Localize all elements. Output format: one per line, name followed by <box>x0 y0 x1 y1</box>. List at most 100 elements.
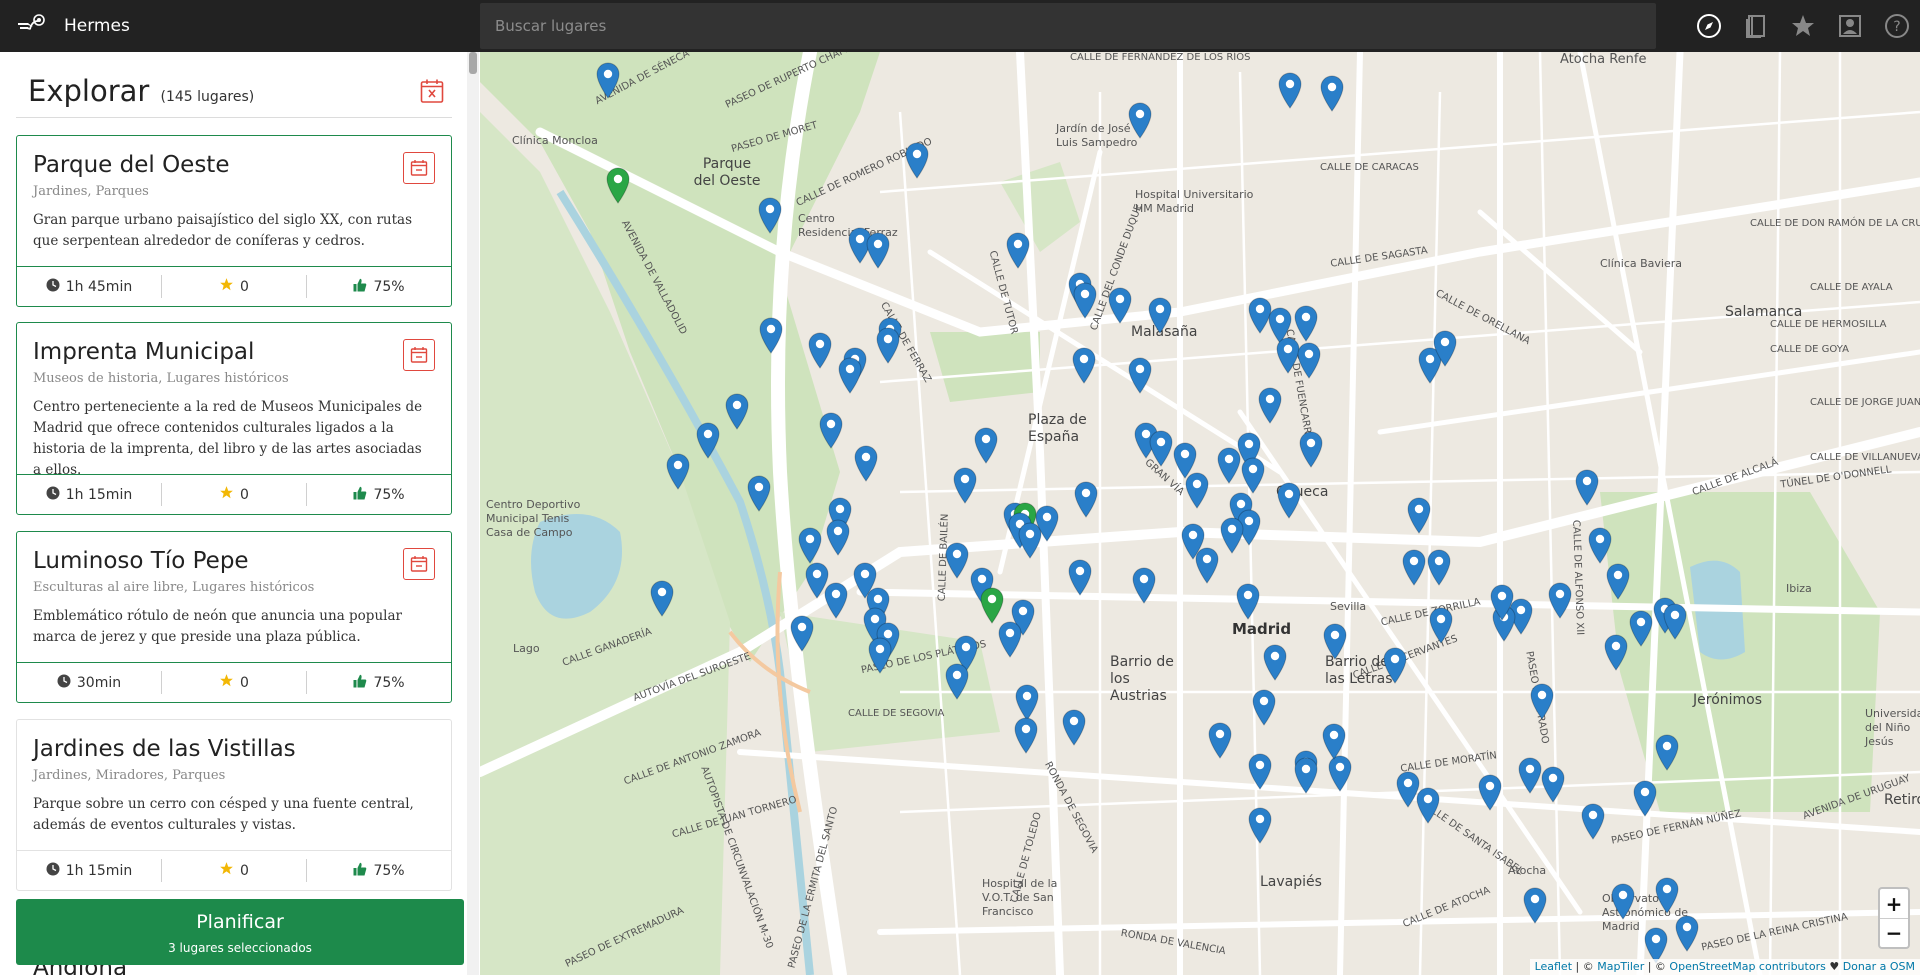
place-marker-icon[interactable] <box>904 141 930 179</box>
map[interactable]: AVENIDA DE SÉNECA PASEO DE RUPERTO CHAPÍ… <box>480 52 1920 975</box>
star-icon[interactable] <box>1779 0 1826 52</box>
place-marker-icon[interactable] <box>1262 643 1288 681</box>
place-marker-icon[interactable] <box>1632 779 1658 817</box>
place-marker-icon[interactable] <box>1247 752 1273 790</box>
place-marker-icon[interactable] <box>1293 756 1319 794</box>
place-marker-icon[interactable] <box>1605 562 1631 600</box>
donate-link[interactable]: Donar a OSM <box>1843 960 1915 973</box>
place-marker-icon[interactable] <box>1034 504 1060 542</box>
search-input[interactable] <box>480 3 1656 49</box>
place-marker-icon[interactable] <box>797 526 823 564</box>
place-marker-icon[interactable] <box>1148 429 1174 467</box>
place-marker-icon[interactable] <box>758 316 784 354</box>
place-marker-icon[interactable] <box>853 444 879 482</box>
place-marker-icon[interactable] <box>724 392 750 430</box>
place-marker-icon[interactable] <box>1432 329 1458 367</box>
place-marker-icon[interactable] <box>1674 914 1700 952</box>
place-marker-icon[interactable] <box>875 326 901 364</box>
place-marker-icon[interactable] <box>1406 496 1432 534</box>
place-marker-icon[interactable] <box>823 581 849 619</box>
place-marker-icon[interactable] <box>1662 602 1688 640</box>
user-icon[interactable] <box>1826 0 1873 52</box>
calendar-remove-button[interactable] <box>403 339 435 371</box>
place-marker-icon[interactable] <box>1107 286 1133 324</box>
place-marker-icon[interactable] <box>952 466 978 504</box>
place-marker-icon[interactable] <box>1610 882 1636 920</box>
selected-place-marker-icon[interactable] <box>605 166 631 204</box>
help-icon[interactable]: ? <box>1873 0 1920 52</box>
place-marker-icon[interactable] <box>1654 733 1680 771</box>
place-marker-icon[interactable] <box>1587 526 1613 564</box>
place-marker-icon[interactable] <box>665 452 691 490</box>
place-marker-icon[interactable] <box>1219 516 1245 554</box>
place-marker-icon[interactable] <box>1061 708 1087 746</box>
leaflet-link[interactable]: Leaflet <box>1535 960 1572 973</box>
place-marker-icon[interactable] <box>1540 765 1566 803</box>
place-marker-icon[interactable] <box>1603 633 1629 671</box>
place-card[interactable]: Imprenta Municipal Museos de historia, L… <box>16 322 452 515</box>
place-marker-icon[interactable] <box>1580 802 1606 840</box>
brand[interactable]: Hermes <box>0 0 480 52</box>
compass-icon[interactable] <box>1685 0 1732 52</box>
place-marker-icon[interactable] <box>1382 646 1408 684</box>
sidebar-scrollbar[interactable] <box>467 52 479 975</box>
place-marker-icon[interactable] <box>1522 886 1548 924</box>
place-marker-icon[interactable] <box>1072 281 1098 319</box>
place-marker-icon[interactable] <box>1654 876 1680 914</box>
place-marker-icon[interactable] <box>746 474 772 512</box>
place-marker-icon[interactable] <box>1251 688 1277 726</box>
place-marker-icon[interactable] <box>1207 721 1233 759</box>
maptiler-link[interactable]: MapTiler <box>1597 960 1644 973</box>
place-marker-icon[interactable] <box>1073 480 1099 518</box>
place-marker-icon[interactable] <box>1071 346 1097 384</box>
place-marker-icon[interactable] <box>1321 722 1347 760</box>
place-marker-icon[interactable] <box>1298 430 1324 468</box>
place-marker-icon[interactable] <box>1067 558 1093 596</box>
place-marker-icon[interactable] <box>1322 622 1348 660</box>
place-marker-icon[interactable] <box>1277 71 1303 109</box>
place-marker-icon[interactable] <box>1194 546 1220 584</box>
selected-place-marker-icon[interactable] <box>979 586 1005 624</box>
book-icon[interactable] <box>1732 0 1779 52</box>
osm-link[interactable]: OpenStreetMap contributors <box>1669 960 1825 973</box>
place-marker-icon[interactable] <box>1005 231 1031 269</box>
place-marker-icon[interactable] <box>1127 356 1153 394</box>
place-marker-icon[interactable] <box>807 331 833 369</box>
place-marker-icon[interactable] <box>997 620 1023 658</box>
place-marker-icon[interactable] <box>1574 468 1600 506</box>
zoom-out-button[interactable]: − <box>1880 918 1908 947</box>
clear-calendar-icon[interactable] <box>420 78 444 104</box>
place-marker-icon[interactable] <box>1547 581 1573 619</box>
place-marker-icon[interactable] <box>1477 773 1503 811</box>
place-marker-icon[interactable] <box>1395 770 1421 808</box>
place-marker-icon[interactable] <box>1489 583 1515 621</box>
place-marker-icon[interactable] <box>695 421 721 459</box>
place-marker-icon[interactable] <box>1184 471 1210 509</box>
place-marker-icon[interactable] <box>1529 682 1555 720</box>
search-bar[interactable] <box>480 3 1656 49</box>
place-marker-icon[interactable] <box>1517 756 1543 794</box>
place-marker-icon[interactable] <box>1628 609 1654 647</box>
calendar-remove-button[interactable] <box>403 152 435 184</box>
place-marker-icon[interactable] <box>865 231 891 269</box>
place-marker-icon[interactable] <box>1296 341 1322 379</box>
place-card[interactable]: Luminoso Tío Pepe Esculturas al aire lib… <box>16 531 452 703</box>
place-marker-icon[interactable] <box>1428 606 1454 644</box>
place-marker-icon[interactable] <box>944 541 970 579</box>
place-marker-icon[interactable] <box>1257 386 1283 424</box>
place-marker-icon[interactable] <box>1247 806 1273 844</box>
place-marker-icon[interactable] <box>649 579 675 617</box>
place-marker-icon[interactable] <box>595 61 621 99</box>
place-marker-icon[interactable] <box>825 518 851 556</box>
place-marker-icon[interactable] <box>757 196 783 234</box>
scrollbar-thumb[interactable] <box>469 52 477 74</box>
zoom-in-button[interactable]: + <box>1880 889 1908 918</box>
place-marker-icon[interactable] <box>1127 101 1153 139</box>
place-marker-icon[interactable] <box>1235 582 1261 620</box>
place-marker-icon[interactable] <box>1319 74 1345 112</box>
place-marker-icon[interactable] <box>1276 481 1302 519</box>
place-marker-icon[interactable] <box>818 411 844 449</box>
place-card[interactable]: Jardines de las Vistillas Jardines, Mira… <box>16 719 452 891</box>
plan-button[interactable]: Planificar 3 lugares seleccionados <box>16 899 464 965</box>
place-marker-icon[interactable] <box>973 426 999 464</box>
